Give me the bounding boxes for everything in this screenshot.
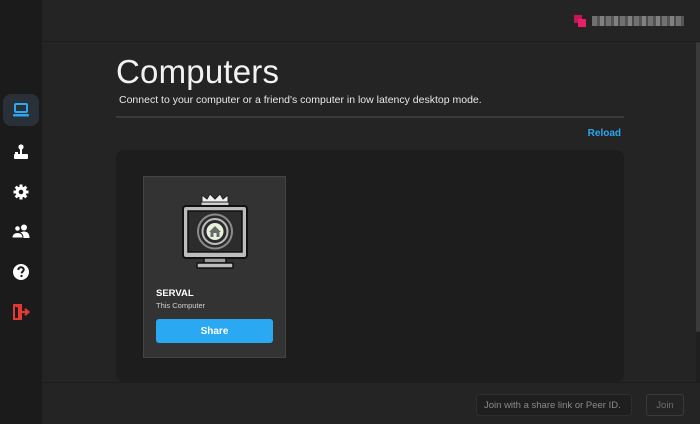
joystick-icon bbox=[14, 144, 28, 159]
user-avatar bbox=[574, 15, 586, 27]
sidebar-item-computers[interactable] bbox=[3, 94, 39, 126]
scrollbar-thumb[interactable] bbox=[696, 42, 700, 332]
sidebar-item-settings[interactable] bbox=[3, 176, 39, 208]
page-title: Computers bbox=[116, 53, 280, 90]
computer-icon bbox=[13, 103, 29, 117]
sidebar-item-logout[interactable] bbox=[3, 296, 39, 328]
page-subtitle: Connect to your computer or a friend's c… bbox=[119, 94, 482, 106]
sidebar-item-help[interactable] bbox=[3, 256, 39, 288]
user-name bbox=[592, 16, 684, 26]
sidebar bbox=[0, 0, 42, 424]
logout-icon bbox=[13, 304, 30, 320]
reload-button[interactable]: Reload bbox=[588, 128, 621, 139]
gear-icon bbox=[13, 184, 29, 200]
computer-card[interactable]: SERVAL This Computer Share bbox=[143, 176, 286, 358]
sidebar-item-arcade[interactable] bbox=[3, 136, 39, 168]
join-input[interactable] bbox=[476, 394, 632, 416]
scrollbar-track[interactable] bbox=[696, 42, 700, 382]
users-icon bbox=[11, 224, 30, 239]
user-menu[interactable] bbox=[574, 12, 684, 30]
header-divider bbox=[116, 116, 624, 118]
join-button[interactable]: Join bbox=[646, 394, 684, 416]
computer-name: SERVAL bbox=[156, 288, 194, 299]
share-button[interactable]: Share bbox=[156, 319, 273, 343]
help-icon bbox=[13, 264, 29, 280]
bottom-bar: Join bbox=[42, 382, 700, 424]
home-monitor-icon bbox=[182, 193, 248, 269]
computer-subtitle: This Computer bbox=[156, 301, 206, 310]
top-bar bbox=[42, 0, 700, 42]
sidebar-item-friends[interactable] bbox=[3, 215, 39, 247]
